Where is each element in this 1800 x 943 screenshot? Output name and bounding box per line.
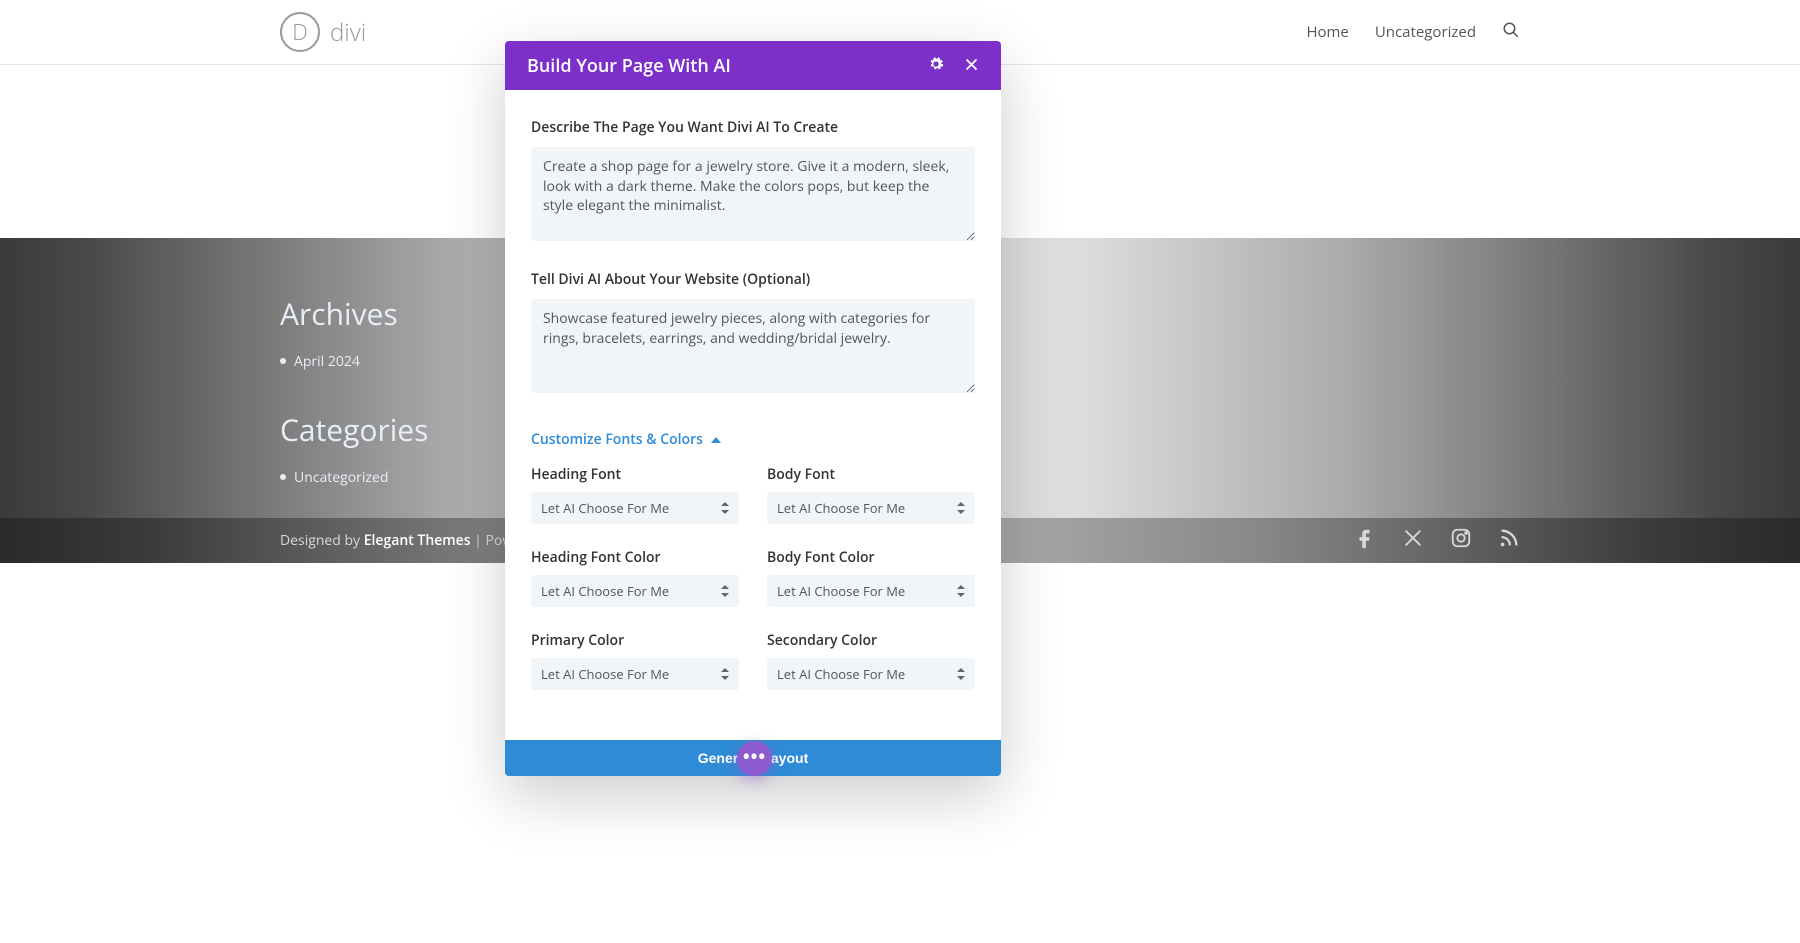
nav-link-uncategorized[interactable]: Uncategorized [1375, 22, 1476, 42]
modal-header: Build Your Page With AI [505, 41, 1001, 90]
search-icon[interactable] [1502, 21, 1520, 44]
tell-label: Tell Divi AI About Your Website (Optiona… [531, 270, 975, 289]
body-font-select[interactable]: Let AI Choose For Me [767, 492, 975, 524]
nav-link-home[interactable]: Home [1306, 22, 1348, 42]
more-fab-button[interactable]: ••• [737, 741, 772, 776]
primary-color-label: Primary Color [531, 631, 739, 650]
modal-body: Describe The Page You Want Divi AI To Cr… [505, 90, 1001, 718]
body-font-color-label: Body Font Color [767, 548, 975, 567]
logo-letter: D [292, 17, 308, 47]
heading-font-color-value: Let AI Choose For Me [541, 582, 669, 600]
footer-credits: Designed by Elegant Themes | Powere [280, 531, 535, 550]
close-icon[interactable] [964, 55, 979, 77]
sort-arrows-icon [957, 585, 965, 597]
modal-title: Build Your Page With AI [527, 54, 731, 78]
logo-text: divi [330, 16, 366, 49]
ai-build-modal: Build Your Page With AI Describe The Pag… [505, 41, 1001, 776]
body-font-value: Let AI Choose For Me [777, 499, 905, 517]
secondary-color-label: Secondary Color [767, 631, 975, 650]
body-font-color-value: Let AI Choose For Me [777, 582, 905, 600]
logo-mark: D [280, 12, 320, 52]
secondary-color-value: Let AI Choose For Me [777, 665, 905, 683]
customize-toggle[interactable]: Customize Fonts & Colors [531, 430, 721, 449]
gear-icon[interactable] [928, 55, 944, 77]
primary-color-select[interactable]: Let AI Choose For Me [531, 658, 739, 690]
sort-arrows-icon [957, 668, 965, 680]
social-icons [1354, 527, 1520, 554]
fonts-colors-grid: Heading Font Let AI Choose For Me Body F… [531, 465, 975, 702]
heading-font-label: Heading Font [531, 465, 739, 484]
facebook-icon[interactable] [1354, 527, 1376, 554]
heading-font-value: Let AI Choose For Me [541, 499, 669, 517]
nav-right: Home Uncategorized [1306, 21, 1520, 44]
footer-theme-link[interactable]: Elegant Themes [364, 531, 471, 550]
sort-arrows-icon [721, 585, 729, 597]
sort-arrows-icon [957, 502, 965, 514]
primary-color-value: Let AI Choose For Me [541, 665, 669, 683]
body-font-label: Body Font [767, 465, 975, 484]
sort-arrows-icon [721, 502, 729, 514]
sort-arrows-icon [721, 668, 729, 680]
heading-font-color-label: Heading Font Color [531, 548, 739, 567]
heading-font-color-select[interactable]: Let AI Choose For Me [531, 575, 739, 607]
x-icon[interactable] [1402, 527, 1424, 554]
secondary-color-select[interactable]: Let AI Choose For Me [767, 658, 975, 690]
rss-icon[interactable] [1498, 527, 1520, 554]
instagram-icon[interactable] [1450, 527, 1472, 554]
heading-font-select[interactable]: Let AI Choose For Me [531, 492, 739, 524]
body-font-color-select[interactable]: Let AI Choose For Me [767, 575, 975, 607]
footer-prefix: Designed by [280, 531, 364, 550]
site-logo[interactable]: D divi [280, 12, 366, 52]
describe-textarea[interactable] [531, 147, 975, 241]
tell-textarea[interactable] [531, 299, 975, 393]
customize-toggle-label: Customize Fonts & Colors [531, 430, 703, 449]
describe-label: Describe The Page You Want Divi AI To Cr… [531, 118, 975, 137]
chevron-up-icon [711, 437, 721, 443]
